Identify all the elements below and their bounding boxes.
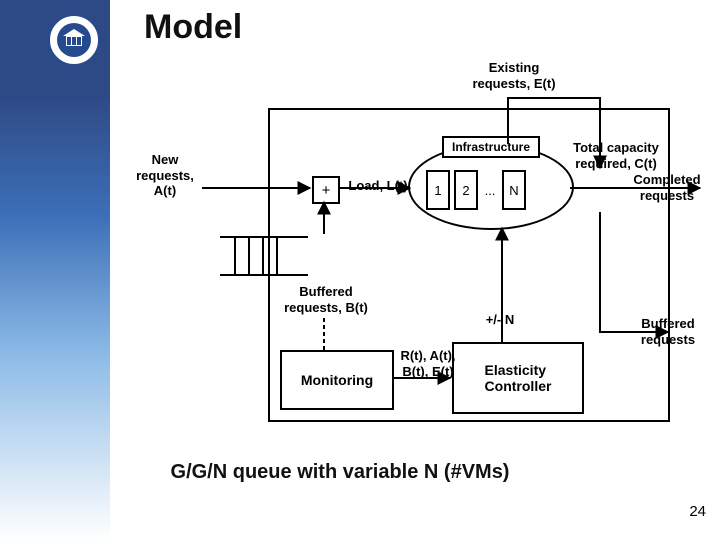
slide-caption: G/G/N queue with variable N (#VMs) (130, 460, 550, 485)
diagram-arrows (120, 60, 700, 440)
university-logo (48, 14, 100, 66)
page-number: 24 (689, 503, 706, 520)
slide: Model G/G/N queue with variable N (#VMs)… (0, 0, 720, 540)
sidebar-decoration (0, 0, 110, 540)
model-diagram: Infrastructure 1 2 ... N + Monitoring El… (120, 60, 700, 440)
slide-title: Model (144, 8, 242, 47)
